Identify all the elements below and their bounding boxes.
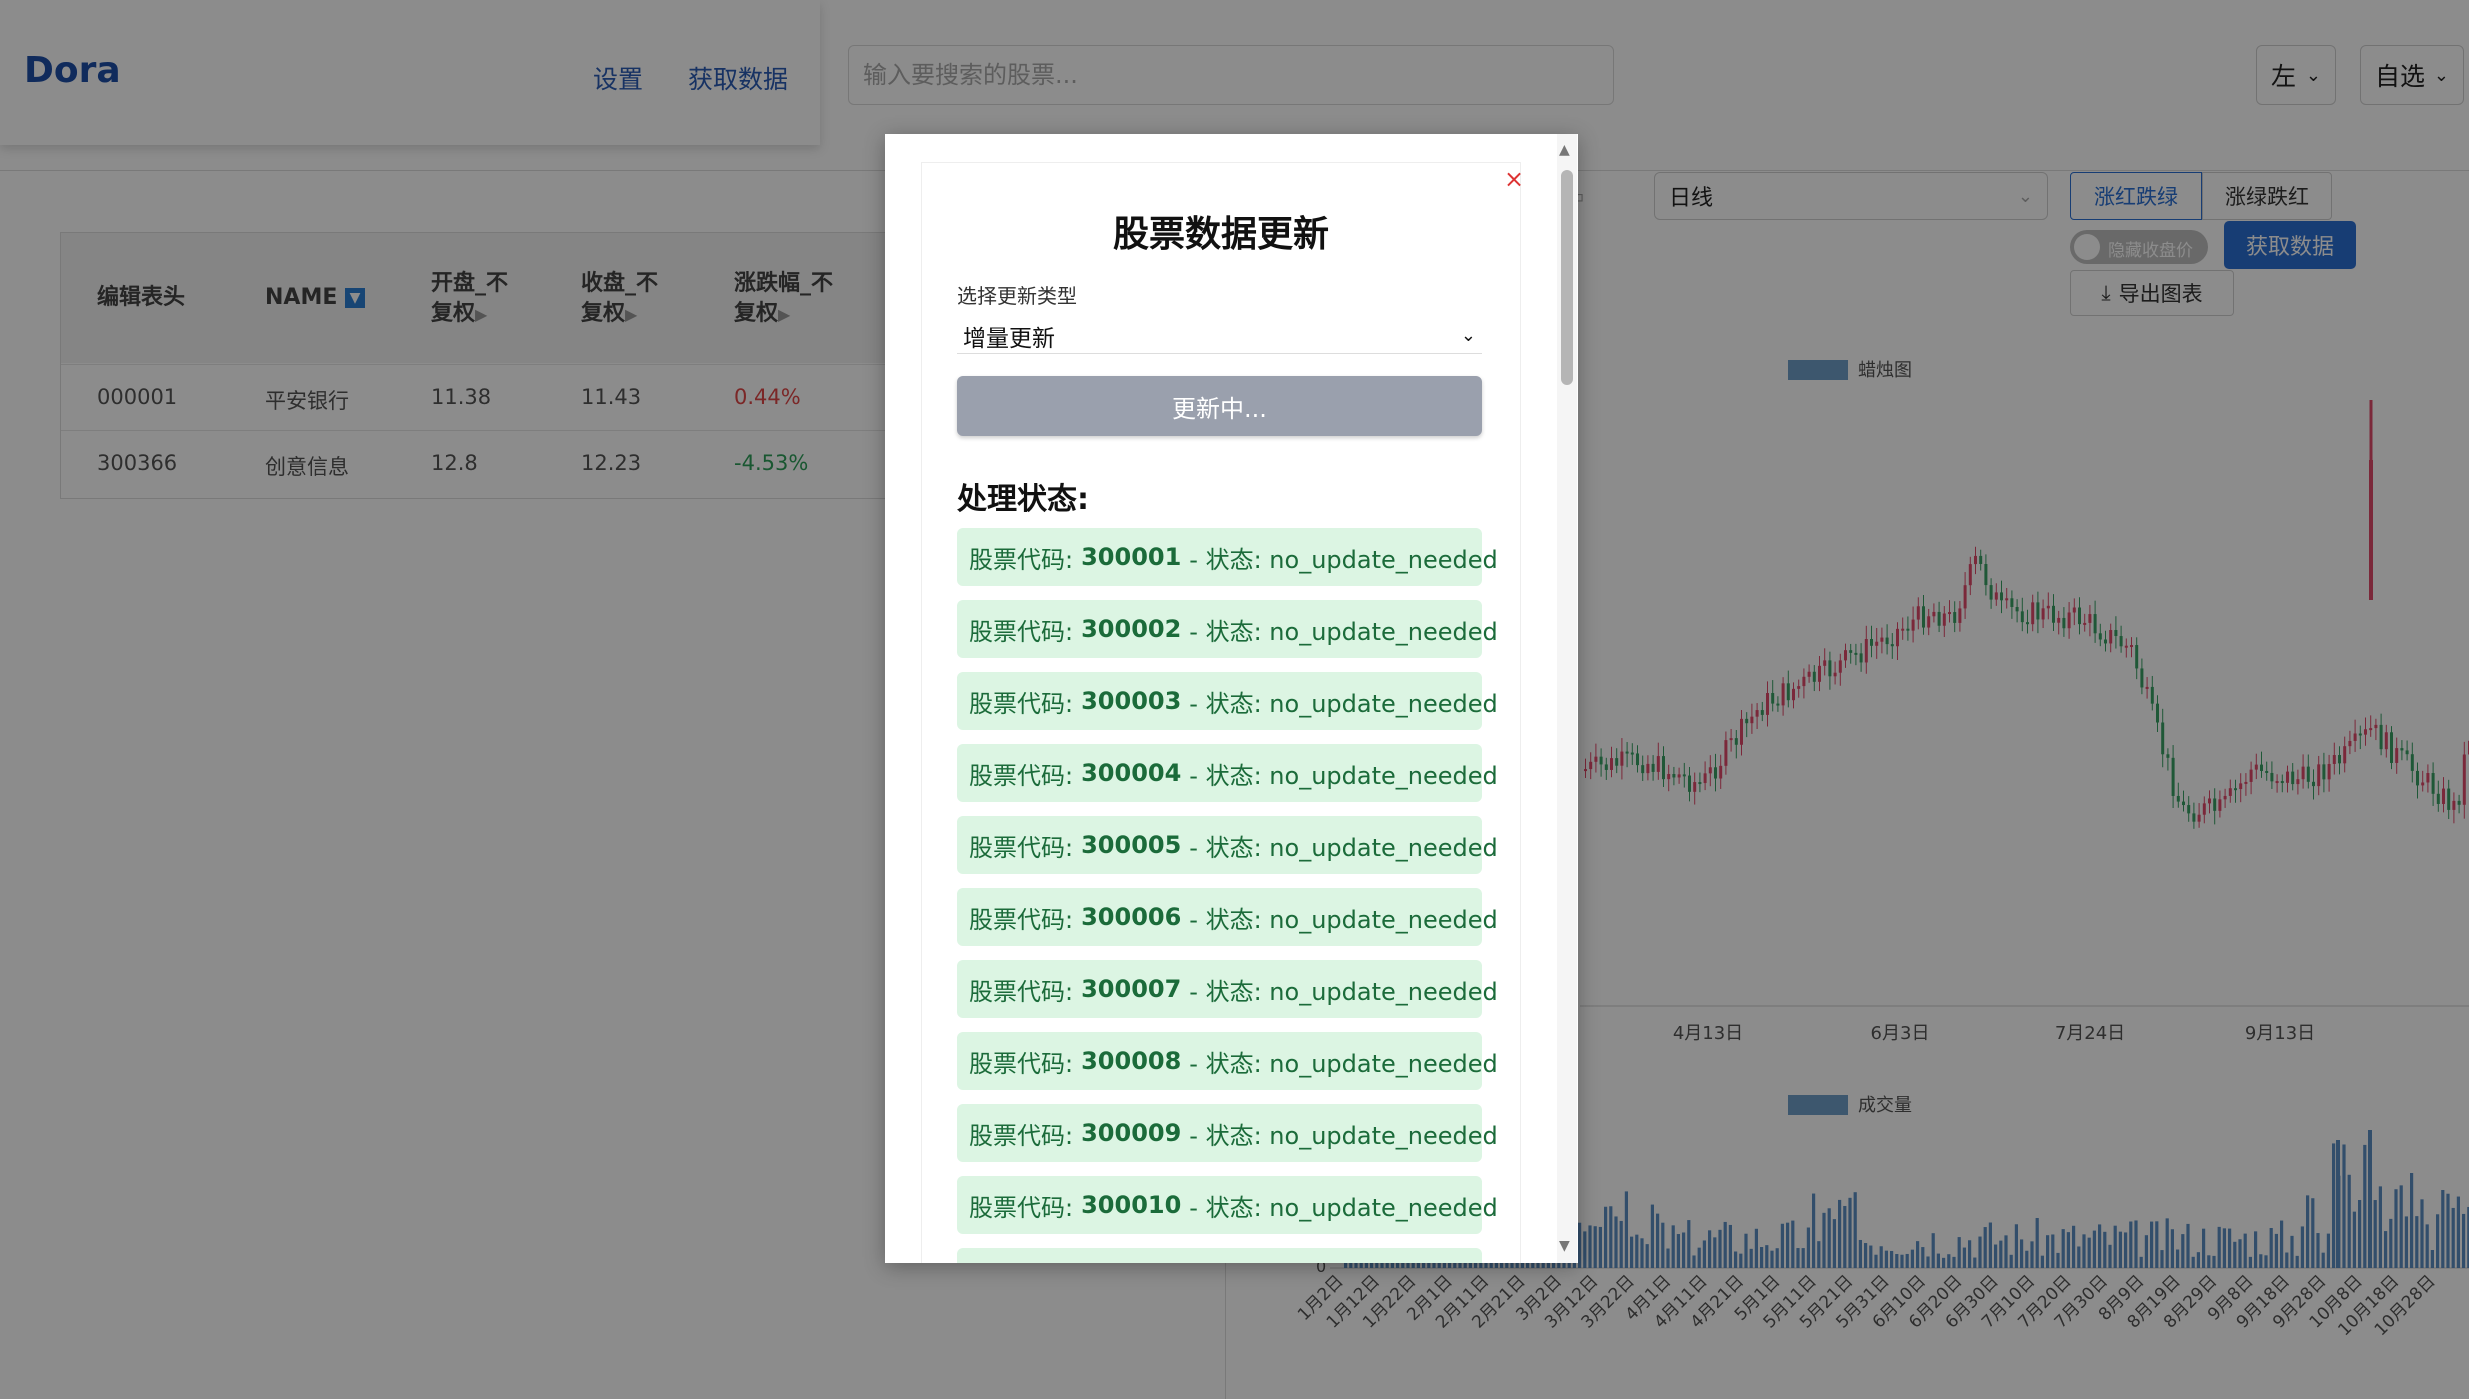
status-item: 股票代码: 300007- 状态: no_update_needed bbox=[957, 960, 1498, 1018]
status-item: 股票代码: 300009- 状态: no_update_needed bbox=[957, 1104, 1498, 1162]
status-code: 300010 bbox=[1081, 1191, 1182, 1219]
close-icon[interactable]: × bbox=[1504, 165, 1524, 193]
status-text: - 状态: no_update_needed bbox=[1189, 617, 1498, 646]
status-code: 300003 bbox=[1081, 687, 1182, 715]
status-code: 300004 bbox=[1081, 759, 1182, 787]
status-text: - 状态: no_update_needed bbox=[1189, 905, 1498, 934]
status-item: 股票代码: 300002- 状态: no_update_needed bbox=[957, 600, 1498, 658]
status-item: 股票代码: 300001- 状态: no_update_needed bbox=[957, 528, 1498, 586]
status-code: 300001 bbox=[1081, 543, 1182, 571]
status-item: 股票代码: 300004- 状态: no_update_needed bbox=[957, 744, 1498, 802]
status-text: - 状态: no_update_needed bbox=[1189, 977, 1498, 1006]
status-text: - 状态: no_update_needed bbox=[1189, 833, 1498, 862]
status-code: 300005 bbox=[1081, 831, 1182, 859]
status-item: 股票代码: 300010- 状态: no_update_needed bbox=[957, 1176, 1498, 1234]
status-prefix: 股票代码: bbox=[969, 1193, 1074, 1222]
status-prefix: 股票代码: bbox=[969, 833, 1074, 862]
status-code: 300009 bbox=[1081, 1119, 1182, 1147]
status-prefix: 股票代码: bbox=[969, 1121, 1074, 1150]
status-prefix: 股票代码: bbox=[969, 761, 1074, 790]
status-text: - 状态: no_update_needed bbox=[1189, 761, 1498, 790]
update-type-value: 增量更新 bbox=[963, 325, 1055, 352]
update-type-label: 选择更新类型 bbox=[957, 284, 1077, 308]
status-code: 300002 bbox=[1081, 615, 1182, 643]
status-item: 股票代码: 300008- 状态: no_update_needed bbox=[957, 1032, 1498, 1090]
status-text: - 状态: no_update_needed bbox=[1189, 1193, 1498, 1222]
status-title: 处理状态: bbox=[957, 482, 1089, 517]
status-item-partial bbox=[957, 1248, 1482, 1263]
status-code: 300006 bbox=[1081, 903, 1182, 931]
modal-scroll-thumb[interactable] bbox=[1561, 170, 1573, 385]
status-code: 300008 bbox=[1081, 1047, 1182, 1075]
modal-title: 股票数据更新 bbox=[1112, 214, 1329, 255]
status-text: - 状态: no_update_needed bbox=[1189, 689, 1498, 718]
status-prefix: 股票代码: bbox=[969, 1049, 1074, 1078]
chevron-down-icon: ⌄ bbox=[1460, 325, 1476, 346]
status-prefix: 股票代码: bbox=[969, 689, 1074, 718]
status-text: - 状态: no_update_needed bbox=[1189, 1121, 1498, 1150]
update-button[interactable]: 更新中... bbox=[957, 376, 1482, 436]
status-item: 股票代码: 300006- 状态: no_update_needed bbox=[957, 888, 1498, 946]
scroll-up-icon[interactable]: ▲ bbox=[1559, 142, 1570, 158]
status-prefix: 股票代码: bbox=[969, 977, 1074, 1006]
scroll-down-icon[interactable]: ▼ bbox=[1559, 1238, 1570, 1254]
status-text: - 状态: no_update_needed bbox=[1189, 1049, 1498, 1078]
status-code: 300007 bbox=[1081, 975, 1182, 1003]
update-type-select[interactable]: 增量更新 ⌄ bbox=[957, 318, 1482, 354]
status-item: 股票代码: 300005- 状态: no_update_needed bbox=[957, 816, 1498, 874]
status-text: - 状态: no_update_needed bbox=[1189, 545, 1498, 574]
status-prefix: 股票代码: bbox=[969, 905, 1074, 934]
status-prefix: 股票代码: bbox=[969, 545, 1074, 574]
status-prefix: 股票代码: bbox=[969, 617, 1074, 646]
status-item: 股票代码: 300003- 状态: no_update_needed bbox=[957, 672, 1498, 730]
